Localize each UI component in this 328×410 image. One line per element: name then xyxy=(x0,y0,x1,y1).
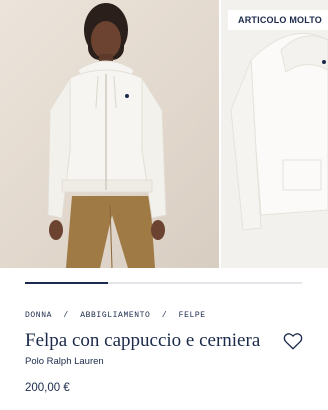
product-image-model[interactable] xyxy=(0,0,219,268)
product-price: 200,00 € xyxy=(25,382,70,394)
gallery-progress-fill xyxy=(25,282,109,284)
breadcrumb-item-felpe[interactable]: FELPE xyxy=(179,311,206,320)
gallery-progress-bar xyxy=(25,282,302,284)
product-image-flat[interactable]: ARTICOLO MOLTO xyxy=(221,0,328,268)
breadcrumb-separator: / xyxy=(63,311,69,320)
product-title: Felpa con cappuccio e cerniera xyxy=(25,330,261,351)
model-photo-illustration xyxy=(47,3,167,268)
breadcrumb-item-abbigliamento[interactable]: ABBIGLIAMENTO xyxy=(80,311,150,320)
hoodie-photo-illustration xyxy=(230,32,328,231)
heart-outline-icon xyxy=(283,333,303,350)
breadcrumb: DONNA / ABBIGLIAMENTO / FELPE xyxy=(25,311,206,320)
status-badge: ARTICOLO MOLTO xyxy=(228,10,328,30)
breadcrumb-item-donna[interactable]: DONNA xyxy=(25,311,52,320)
product-image-gallery[interactable]: ARTICOLO MOLTO xyxy=(0,0,328,268)
product-brand[interactable]: Polo Ralph Lauren xyxy=(25,356,104,367)
breadcrumb-separator: / xyxy=(161,311,168,320)
wishlist-button[interactable] xyxy=(280,328,306,354)
